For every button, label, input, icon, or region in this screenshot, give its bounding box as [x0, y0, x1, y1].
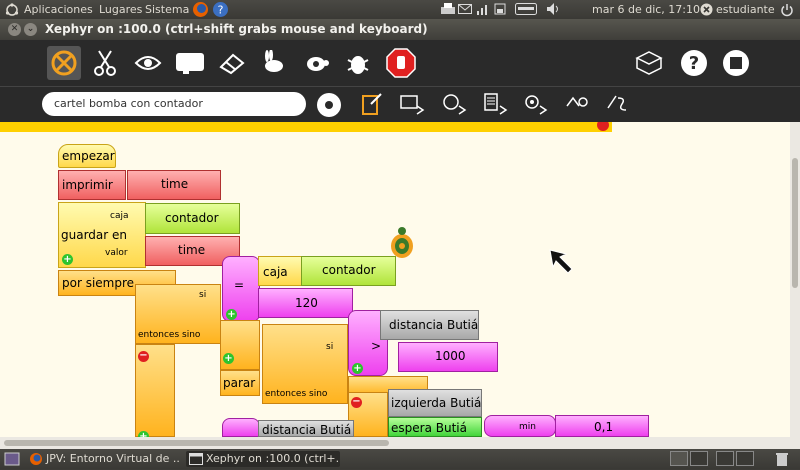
menu-places[interactable]: Lugares: [99, 3, 142, 16]
number-01-block[interactable]: 0,1: [555, 415, 649, 437]
equal-block[interactable]: = +: [222, 256, 260, 322]
main-toolbar: ?: [0, 40, 800, 86]
save-blocks-icon[interactable]: [633, 46, 667, 80]
canvas-top-strip: [0, 122, 612, 132]
ifelse-arm-1: − +: [135, 344, 175, 437]
stop-hand-icon[interactable]: [384, 46, 418, 80]
bottom-panel: JPV: Entorno Virtual de ... Xephyr on :1…: [0, 449, 800, 469]
clock[interactable]: mar 6 de dic, 17:10: [592, 3, 700, 16]
keyboard-icon[interactable]: [515, 3, 537, 18]
mail-icon[interactable]: [458, 3, 472, 18]
blocks-canvas[interactable]: empezar imprimir time caja guardar en va…: [0, 122, 790, 437]
svg-text:?: ?: [218, 4, 224, 17]
time-block-1[interactable]: time: [127, 170, 221, 200]
collapse-minus-icon[interactable]: −: [138, 351, 149, 362]
print-block[interactable]: imprimir: [58, 170, 126, 200]
counter-block-1[interactable]: contador: [145, 203, 240, 234]
horizontal-scroll-thumb[interactable]: [4, 440, 389, 446]
eye-icon[interactable]: [131, 46, 165, 80]
expand-plus-icon[interactable]: +: [226, 309, 237, 320]
box-block-2[interactable]: caja: [258, 256, 302, 286]
workspace-4[interactable]: [736, 451, 754, 469]
printer-icon[interactable]: [440, 3, 456, 19]
help-icon[interactable]: ?: [212, 1, 229, 21]
expand-plus-icon[interactable]: +: [352, 363, 363, 374]
turtle-sprite-icon[interactable]: [388, 226, 416, 264]
eraser-icon[interactable]: [214, 46, 248, 80]
collapse-minus-icon[interactable]: −: [351, 397, 362, 408]
battery-icon[interactable]: [493, 3, 507, 18]
scissors-icon[interactable]: [88, 46, 122, 80]
user-name[interactable]: estudiante: [716, 3, 775, 16]
show-desktop-icon[interactable]: [4, 452, 20, 469]
equal-block-2[interactable]: [222, 418, 260, 437]
bug-debug-icon[interactable]: [341, 46, 375, 80]
ifelse-arm-2: +: [220, 320, 260, 370]
expand-plus-icon[interactable]: +: [62, 254, 73, 265]
task-jpv[interactable]: JPV: Entorno Virtual de ...: [26, 451, 180, 467]
workspace-3[interactable]: [716, 451, 734, 469]
min-block[interactable]: min: [484, 415, 556, 437]
mouse-cursor-icon: [548, 248, 574, 278]
save-as-image-icon[interactable]: [398, 91, 426, 119]
ifelse-block-2[interactable]: si entonces sino: [262, 324, 348, 404]
export-script-icon[interactable]: [603, 91, 631, 119]
turtle-run-icon[interactable]: [299, 46, 333, 80]
menu-applications[interactable]: Aplicaciones: [24, 3, 93, 16]
vertical-scroll-thumb[interactable]: [792, 158, 798, 288]
collapse-blocks-icon[interactable]: [173, 46, 207, 80]
stop-activity-icon[interactable]: [719, 46, 753, 80]
rabbit-run-icon[interactable]: [256, 46, 290, 80]
export-python-icon[interactable]: [562, 91, 590, 119]
firefox-task-icon: [30, 453, 42, 465]
network-icon[interactable]: [476, 3, 490, 18]
save-logo-icon[interactable]: [521, 91, 549, 119]
top-panel: Aplicaciones Lugares Sistema ? mar 6 de …: [0, 0, 800, 19]
horizontal-scrollbar[interactable]: [0, 437, 800, 449]
secondary-toolbar: cartel bomba con contador: [0, 86, 800, 123]
load-project-icon[interactable]: [358, 91, 386, 119]
window-minimize-button[interactable]: ⌄: [24, 23, 37, 36]
ifelse-arm-3: −: [348, 392, 388, 437]
trash-icon[interactable]: [774, 451, 790, 470]
vertical-scrollbar[interactable]: [790, 122, 800, 437]
volume-icon[interactable]: [546, 3, 562, 18]
power-icon[interactable]: [780, 3, 794, 20]
save-html-icon[interactable]: [440, 91, 468, 119]
workspace-1[interactable]: [670, 451, 688, 469]
expand-plus-icon[interactable]: +: [223, 353, 234, 364]
counter-block-2[interactable]: contador: [301, 256, 396, 286]
stop-block[interactable]: parar: [220, 370, 260, 396]
svg-text:?: ?: [689, 53, 699, 74]
left-butia-block[interactable]: izquierda Butiá: [388, 389, 482, 417]
window-close-button[interactable]: ✕: [8, 23, 21, 36]
turtle-palette-icon[interactable]: [47, 46, 81, 80]
record-icon[interactable]: [315, 91, 343, 119]
close-strip-icon[interactable]: [596, 122, 610, 132]
window-task-icon: [189, 453, 203, 465]
workspace-2[interactable]: [690, 451, 708, 469]
user-close-icon[interactable]: [700, 3, 713, 19]
distance-block-1[interactable]: distancia Butiá: [380, 310, 479, 340]
number-1000-block[interactable]: 1000: [398, 342, 498, 372]
ifelse-block-1[interactable]: si entonces sino: [135, 284, 221, 344]
distance-block-2[interactable]: distancia Butiá: [258, 420, 354, 437]
ubuntu-logo-icon[interactable]: [5, 3, 19, 20]
start-block[interactable]: empezar: [58, 144, 116, 168]
menu-system[interactable]: Sistema: [145, 3, 189, 16]
number-120-block[interactable]: 120: [258, 288, 353, 318]
window-title: Xephyr on :100.0 (ctrl+shift grabs mouse…: [45, 22, 428, 36]
store-block[interactable]: caja guardar en valor +: [58, 202, 146, 268]
save-text-icon[interactable]: [481, 91, 509, 119]
window-titlebar: ✕ ⌄ Xephyr on :100.0 (ctrl+shift grabs m…: [0, 19, 800, 40]
help-button-icon[interactable]: ?: [677, 46, 711, 80]
wait-butia-block[interactable]: espera Butiá: [388, 417, 482, 437]
project-name-input[interactable]: cartel bomba con contador: [42, 92, 306, 116]
task-xephyr[interactable]: Xephyr on :100.0 (ctrl+...: [186, 451, 340, 467]
firefox-icon[interactable]: [192, 1, 209, 21]
